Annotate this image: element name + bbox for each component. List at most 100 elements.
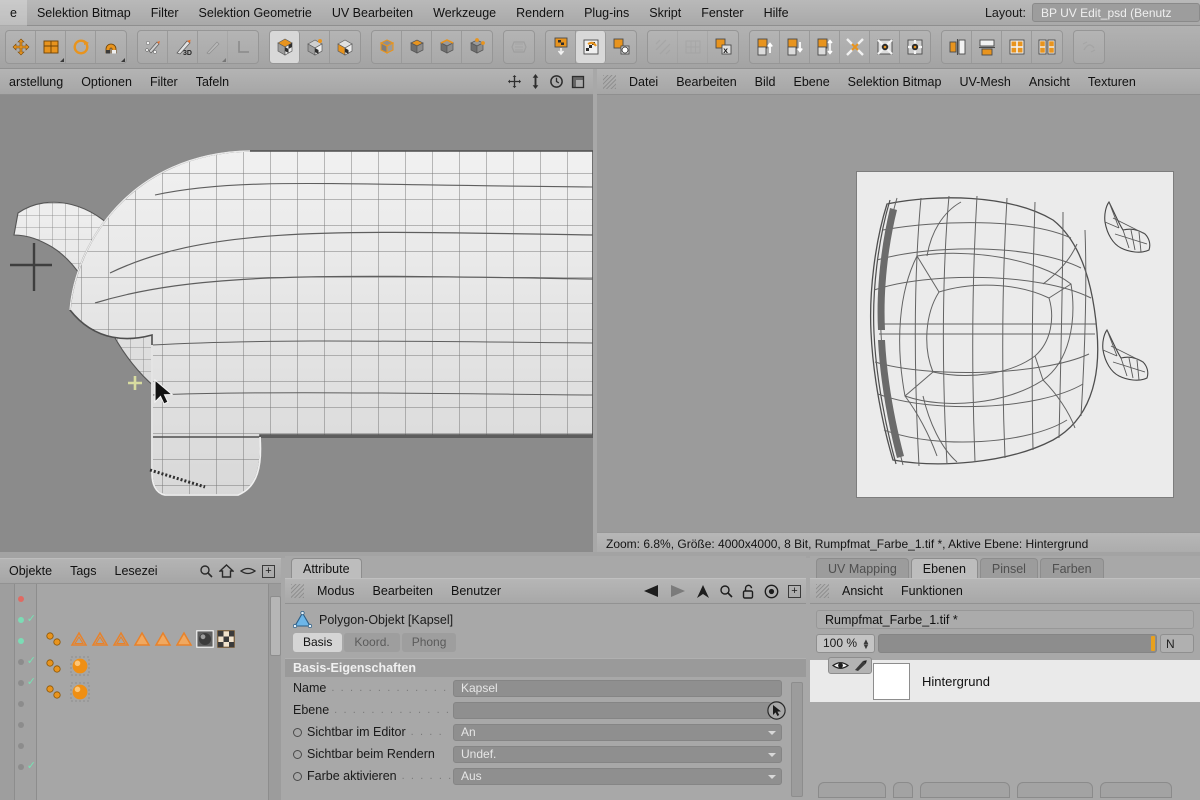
visibility-dots-row[interactable] <box>15 588 36 609</box>
model-mode-icon[interactable] <box>372 31 402 63</box>
layer-new-button[interactable] <box>818 782 886 798</box>
rotate-tool-icon[interactable] <box>66 31 96 63</box>
visibility-dots-row[interactable]: ✓ <box>15 672 36 693</box>
uv-menu-uv-mesh[interactable]: UV-Mesh <box>950 69 1019 95</box>
distribute-columns-icon[interactable] <box>1032 31 1062 63</box>
edge-mode-icon[interactable] <box>432 31 462 63</box>
uv-menu-ansicht[interactable]: Ansicht <box>1020 69 1079 95</box>
layout-dropdown[interactable]: BP UV Edit_psd (Benutz <box>1032 3 1200 22</box>
menu-plugins[interactable]: Plug-ins <box>574 0 639 26</box>
magnet-tool-icon[interactable] <box>96 31 126 63</box>
attribute-manager-scrollbar[interactable] <box>791 682 803 797</box>
prop-farbe-aktivieren-radio[interactable] <box>293 771 302 781</box>
uv-move-updown-icon[interactable] <box>810 31 840 63</box>
point-mode-icon[interactable] <box>462 31 492 63</box>
layer-menu-ansicht[interactable]: Ansicht <box>833 578 892 604</box>
eye-icon[interactable] <box>240 566 256 576</box>
texture-mode-icon[interactable] <box>270 31 300 63</box>
menu-selektion-bitmap[interactable]: Selektion Bitmap <box>27 0 141 26</box>
visibility-dots-row[interactable]: ✓ <box>15 651 36 672</box>
viewport-3d-canvas[interactable] <box>0 95 593 552</box>
up-arrow-icon[interactable] <box>696 584 710 599</box>
uv-editor-canvas[interactable] <box>597 95 1200 532</box>
layer-new-options-button[interactable] <box>893 782 913 798</box>
polygon-mode-icon[interactable] <box>402 31 432 63</box>
uv-polygon-mode-icon[interactable] <box>300 31 330 63</box>
object-menu-lesezeichen[interactable]: Lesezei <box>106 558 167 584</box>
uv-extra-icon[interactable] <box>1074 31 1104 63</box>
uv-menu-bearbeiten[interactable]: Bearbeiten <box>667 69 745 95</box>
axis-tool-icon[interactable] <box>228 31 258 63</box>
eye-icon[interactable] <box>832 660 849 671</box>
uv-menu-datei[interactable]: Datei <box>620 69 667 95</box>
texture-recycle-icon[interactable] <box>606 31 636 63</box>
expand-icon[interactable]: + <box>788 584 801 598</box>
layer-delete-button[interactable] <box>1100 782 1172 798</box>
expand-icon[interactable]: + <box>262 564 275 578</box>
uv-menu-selektion-bitmap[interactable]: Selektion Bitmap <box>839 69 951 95</box>
layer-opacity-slider[interactable] <box>877 634 1157 653</box>
attr-menu-modus[interactable]: Modus <box>308 578 364 604</box>
prop-sichtbar-rendern-select[interactable]: Undef. <box>453 745 782 763</box>
layer-mask-button[interactable] <box>1017 782 1093 798</box>
align-vertical-icon[interactable] <box>972 31 1002 63</box>
scrollbar-thumb[interactable] <box>270 596 281 656</box>
viewport-menu-tafeln[interactable]: Tafeln <box>187 69 238 95</box>
subtab-koord[interactable]: Koord. <box>344 633 400 652</box>
forward-arrow-icon[interactable] <box>669 584 687 598</box>
prop-sichtbar-editor-select[interactable]: An <box>453 723 782 741</box>
viewport-menu-filter[interactable]: Filter <box>141 69 187 95</box>
prop-ebene-input[interactable] <box>453 701 772 719</box>
object-menu-objekte[interactable]: Objekte <box>0 558 61 584</box>
viewport-menu-optionen[interactable]: Optionen <box>72 69 141 95</box>
dolly-viewport-icon[interactable] <box>529 74 542 89</box>
menu-werkzeuge[interactable]: Werkzeuge <box>423 0 506 26</box>
menu-fenster[interactable]: Fenster <box>691 0 753 26</box>
uv-menu-grip-icon[interactable] <box>603 74 616 89</box>
uv-menu-ebene[interactable]: Ebene <box>785 69 839 95</box>
attr-menu-benutzer[interactable]: Benutzer <box>442 578 510 604</box>
maximize-viewport-icon[interactable] <box>571 75 585 89</box>
home-icon[interactable] <box>219 564 234 578</box>
uv-texture-image[interactable] <box>857 172 1173 497</box>
search-icon[interactable] <box>719 584 733 598</box>
prop-ebene-picker-icon[interactable] <box>767 700 786 720</box>
object-menu-tags[interactable]: Tags <box>61 558 105 584</box>
layer-opacity-value[interactable]: 100 % ▲ ▼ <box>816 634 875 653</box>
viewport-menu-darstellung[interactable]: arstellung <box>0 69 72 95</box>
uv-collapse-icon[interactable] <box>840 31 870 63</box>
object-visibility-dots-column[interactable]: ✓ ✓ ✓ ✓ <box>15 584 37 800</box>
layer-document-field[interactable]: Rumpfmat_Farbe_1.tif * <box>816 610 1194 629</box>
layer-group-button[interactable] <box>920 782 1010 798</box>
paint-3d-brush-icon[interactable]: 3D <box>168 31 198 63</box>
distribute-grid-icon[interactable] <box>1002 31 1032 63</box>
attr-menu-bearbeiten[interactable]: Bearbeiten <box>364 578 442 604</box>
object-tag-list[interactable] <box>37 584 281 800</box>
uv-move-up-icon[interactable] <box>750 31 780 63</box>
menu-filter[interactable]: Filter <box>141 0 189 26</box>
layer-pattern-icon[interactable] <box>648 31 678 63</box>
menu-uv-bearbeiten[interactable]: UV Bearbeiten <box>322 0 423 26</box>
layer-menu-grip-icon[interactable] <box>816 584 829 598</box>
visibility-dots-row[interactable]: ✓ <box>15 609 36 630</box>
tab-farben[interactable]: Farben <box>1039 558 1104 578</box>
uv-point-mode-icon[interactable] <box>330 31 360 63</box>
align-horizontal-icon[interactable] <box>942 31 972 63</box>
list-item[interactable]: Hintergrund <box>810 657 1200 702</box>
tab-ebenen[interactable]: Ebenen <box>910 558 978 578</box>
tab-uv-mapping[interactable]: UV Mapping <box>816 558 909 578</box>
prop-farbe-aktivieren-select[interactable]: Aus <box>453 767 782 785</box>
prop-sichtbar-editor-radio[interactable] <box>293 727 302 737</box>
subtab-phong[interactable]: Phong <box>401 633 457 652</box>
object-manager-scrollbar[interactable] <box>268 584 281 800</box>
texture-swap-icon[interactable] <box>576 31 606 63</box>
rotate-viewport-icon[interactable] <box>549 74 564 89</box>
tab-pinsel[interactable]: Pinsel <box>979 558 1038 578</box>
stepper-icon[interactable]: ▲ ▼ <box>862 637 870 650</box>
slider-knob[interactable] <box>1151 636 1155 651</box>
menu-skript[interactable]: Skript <box>639 0 691 26</box>
tab-attribute[interactable]: Attribute <box>291 558 362 578</box>
uv-optimal-icon[interactable] <box>900 31 930 63</box>
menu-datei-truncated[interactable]: e <box>0 0 27 26</box>
uv-move-down-icon[interactable] <box>780 31 810 63</box>
